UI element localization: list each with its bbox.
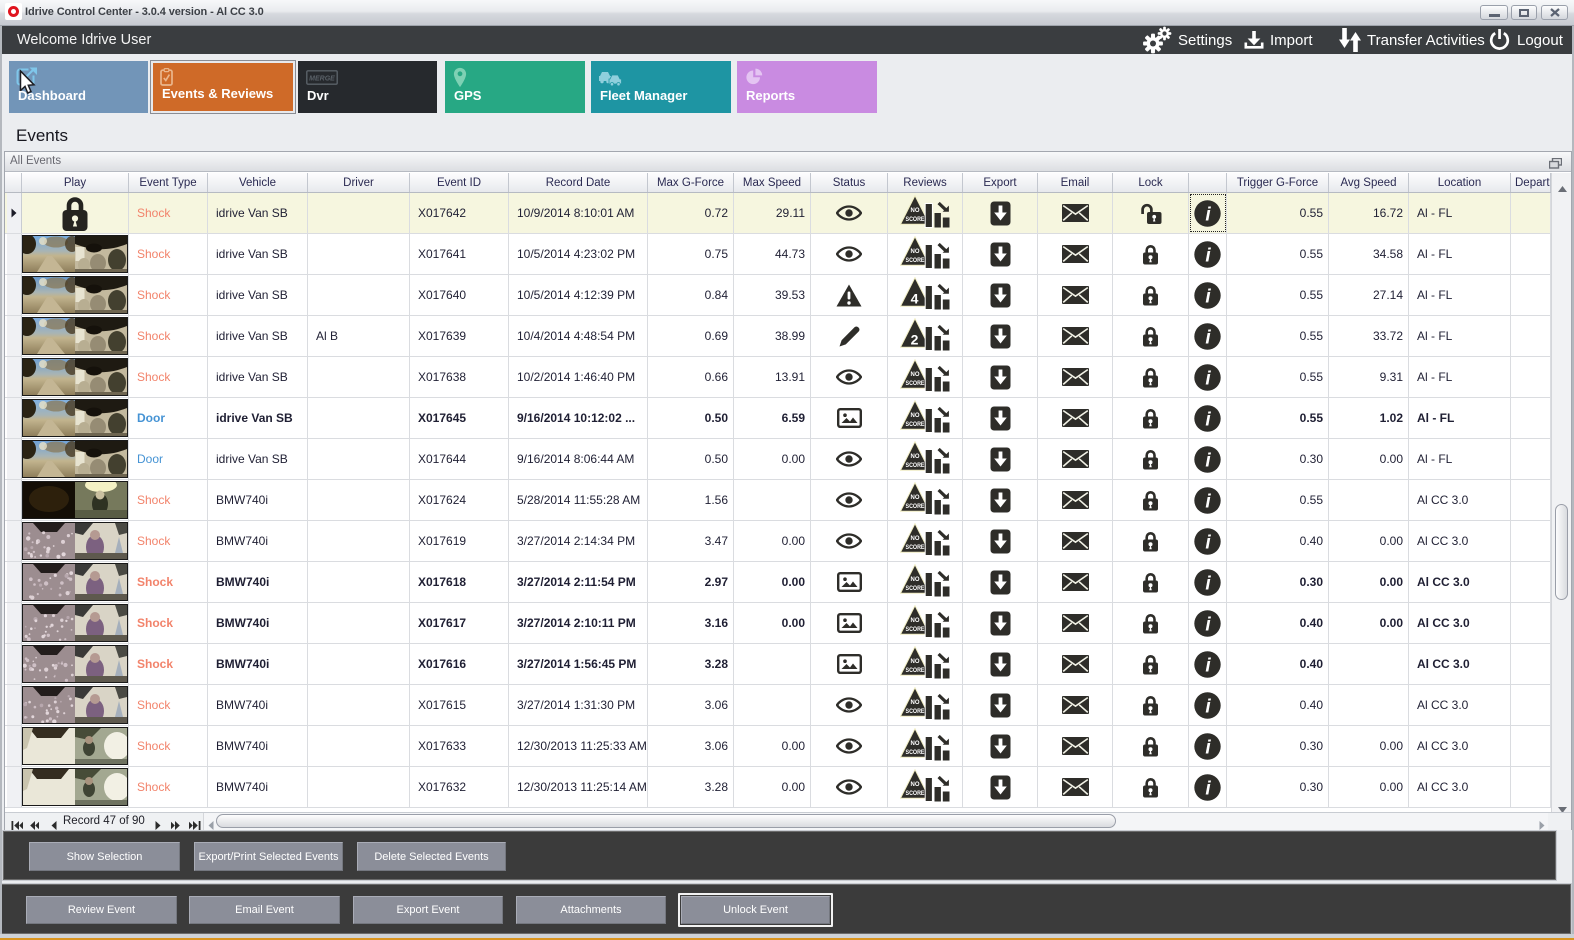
svg-text:NO: NO — [911, 412, 920, 418]
svg-text:SCORE: SCORE — [906, 667, 925, 673]
svg-text:i: i — [1205, 778, 1211, 799]
svg-text:SCORE: SCORE — [906, 585, 925, 591]
svg-text:NO: NO — [911, 371, 920, 377]
svg-text:SCORE: SCORE — [906, 626, 925, 632]
svg-text:SCORE: SCORE — [906, 708, 925, 714]
svg-text:SCORE: SCORE — [906, 380, 925, 386]
svg-text:NO: NO — [911, 207, 920, 213]
svg-text:i: i — [1205, 737, 1211, 758]
svg-text:i: i — [1205, 532, 1211, 553]
svg-text:SCORE: SCORE — [906, 790, 925, 796]
svg-text:NO: NO — [911, 576, 920, 582]
svg-text:4: 4 — [911, 290, 919, 306]
svg-text:i: i — [1205, 204, 1211, 225]
svg-text:SCORE: SCORE — [906, 749, 925, 755]
svg-text:SCORE: SCORE — [906, 503, 925, 509]
svg-text:i: i — [1205, 286, 1211, 307]
svg-text:NO: NO — [911, 740, 920, 746]
svg-text:SCORE: SCORE — [906, 462, 925, 468]
svg-text:NO: NO — [911, 781, 920, 787]
svg-text:NO: NO — [911, 248, 920, 254]
svg-text:i: i — [1205, 696, 1211, 717]
svg-text:NO: NO — [911, 658, 920, 664]
svg-text:i: i — [1205, 491, 1211, 512]
svg-text:NO: NO — [911, 617, 920, 623]
svg-text:SCORE: SCORE — [906, 421, 925, 427]
svg-text:i: i — [1205, 368, 1211, 389]
svg-text:2: 2 — [911, 331, 919, 347]
svg-text:NO: NO — [911, 535, 920, 541]
svg-text:SCORE: SCORE — [906, 216, 925, 222]
svg-text:NO: NO — [911, 494, 920, 500]
svg-text:MERGE: MERGE — [309, 76, 335, 83]
svg-text:i: i — [1205, 327, 1211, 348]
svg-text:i: i — [1205, 245, 1211, 266]
svg-text:SCORE: SCORE — [906, 544, 925, 550]
svg-text:i: i — [1205, 409, 1211, 430]
svg-text:i: i — [1205, 614, 1211, 635]
svg-text:i: i — [1205, 573, 1211, 594]
svg-text:i: i — [1205, 655, 1211, 676]
svg-text:i: i — [1205, 450, 1211, 471]
svg-text:SCORE: SCORE — [906, 257, 925, 263]
svg-text:NO: NO — [911, 699, 920, 705]
svg-text:NO: NO — [911, 453, 920, 459]
